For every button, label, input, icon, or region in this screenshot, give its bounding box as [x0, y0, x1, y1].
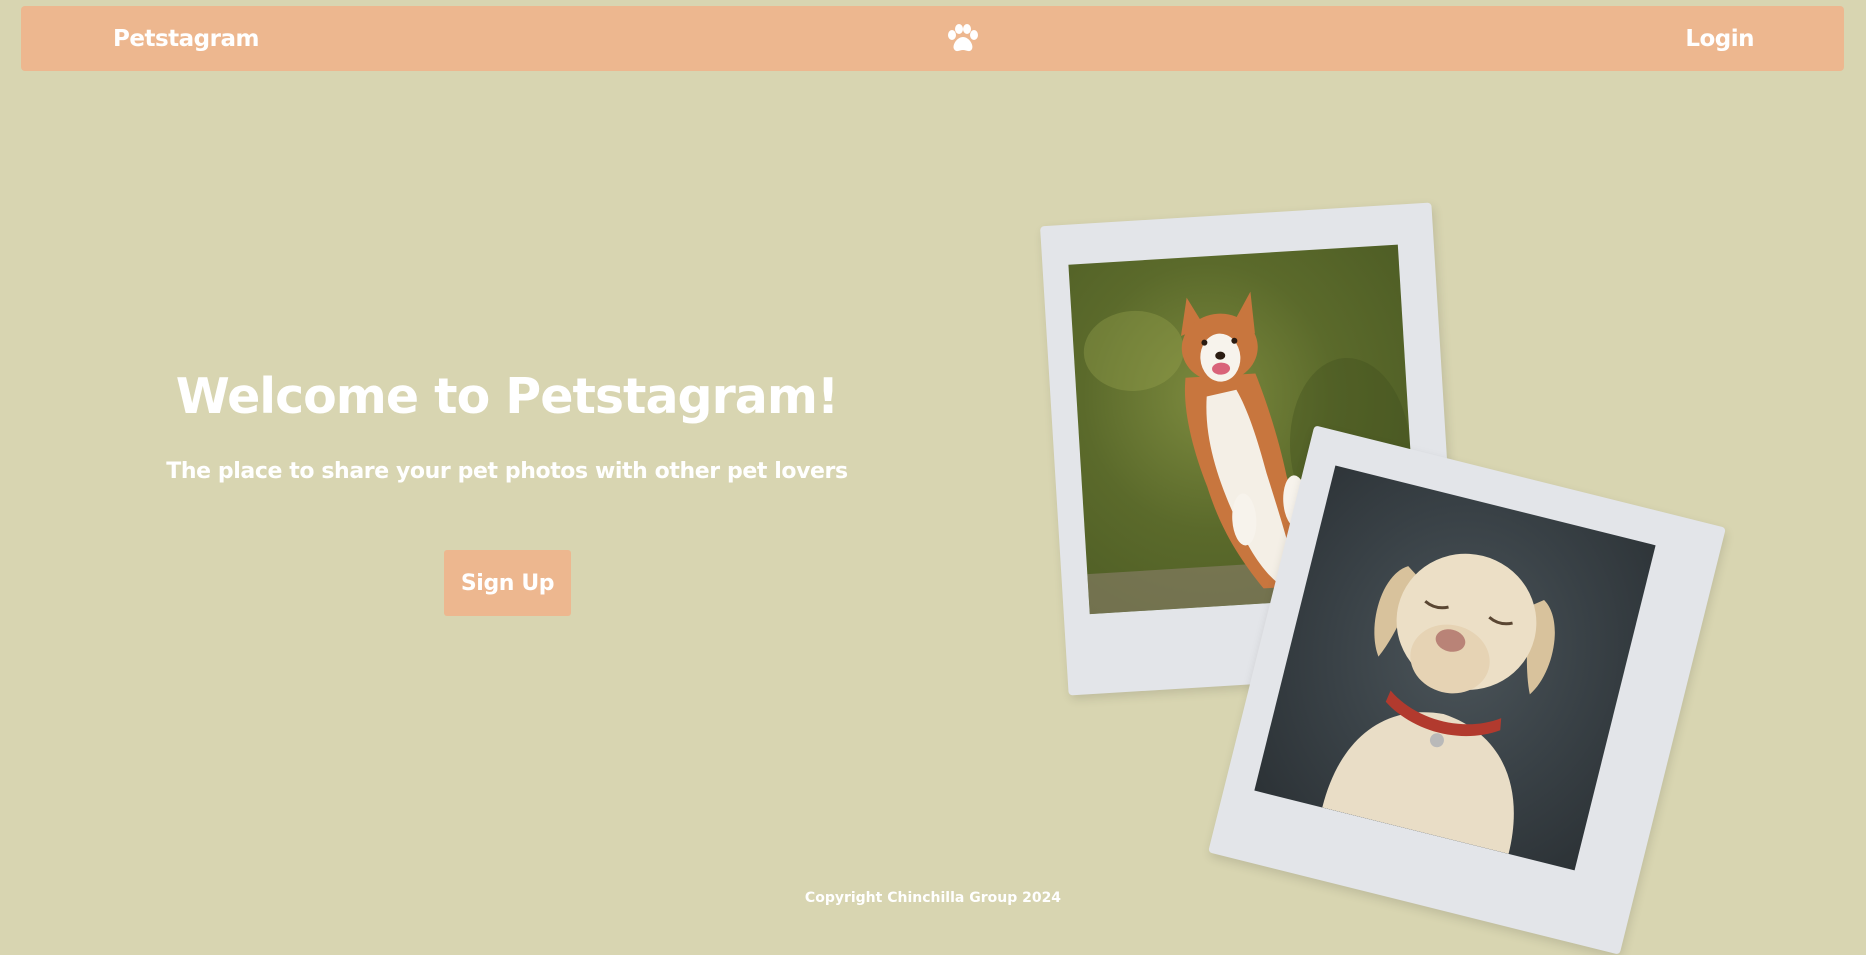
brand-link[interactable]: Petstagram	[113, 26, 259, 52]
login-link[interactable]: Login	[1685, 26, 1754, 52]
navbar: Petstagram Login	[21, 6, 1844, 71]
copyright-footer: Copyright Chinchilla Group 2024	[804, 890, 1062, 906]
hero-title: Welcome to Petstagram!	[175, 368, 839, 425]
hero-subtitle: The place to share your pet photos with …	[166, 459, 848, 484]
labrador-photo	[1254, 465, 1656, 871]
signup-button[interactable]: Sign Up	[444, 550, 571, 616]
paw-icon	[946, 24, 980, 54]
